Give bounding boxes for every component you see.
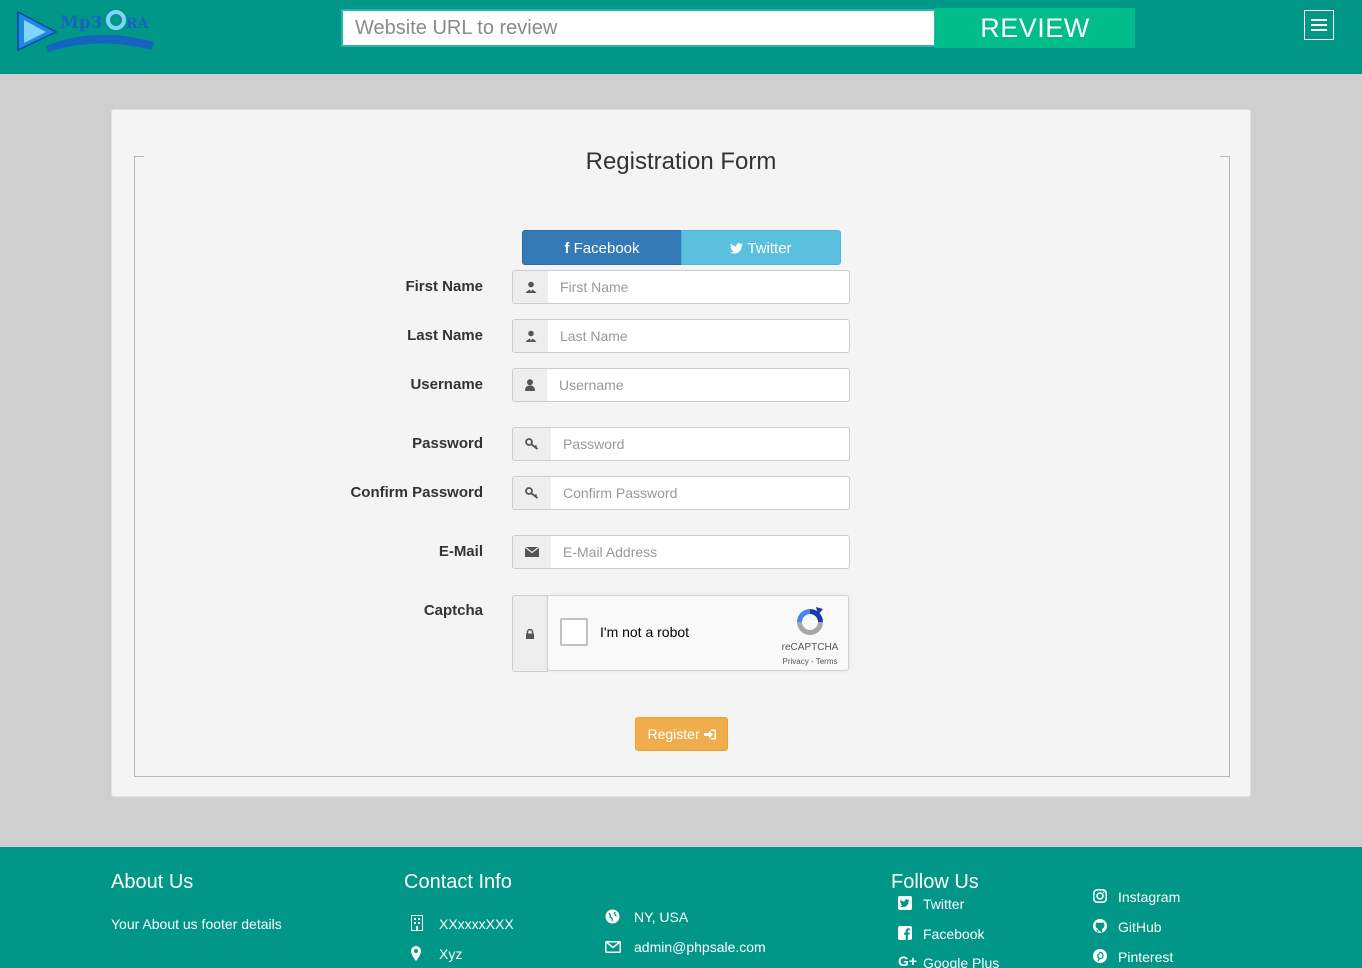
first-name-input[interactable] (548, 270, 850, 304)
follow-instagram-link[interactable]: Instagram (1118, 889, 1180, 905)
about-heading: About Us (111, 871, 194, 893)
google-plus-icon: G+ (898, 953, 918, 968)
follow-github-link[interactable]: GitHub (1118, 919, 1162, 935)
last-name-input[interactable] (548, 319, 850, 353)
about-text: Your About us footer details (111, 916, 282, 932)
twitter-icon (730, 243, 744, 254)
twitter-login-button[interactable]: Twitter (681, 230, 841, 265)
envelope-icon (525, 547, 539, 557)
globe-icon (605, 909, 620, 924)
last-name-addon (512, 319, 549, 353)
email-addon (512, 535, 552, 569)
logo[interactable]: Mp3 RA (16, 6, 156, 56)
contact-location: NY, USA (634, 909, 689, 925)
hamburger-menu-icon[interactable] (1304, 10, 1334, 40)
contact-phone: XXxxxxXXX (439, 916, 514, 932)
follow-pinterest-link[interactable]: Pinterest (1118, 949, 1173, 965)
building-icon (411, 915, 423, 931)
captcha-label: Captcha (423, 602, 483, 619)
top-header: Mp3 RA REVIEW (0, 0, 1362, 74)
confirm-password-label: Confirm Password (350, 484, 483, 501)
svg-text:RA: RA (126, 16, 150, 32)
password-label: Password (412, 435, 483, 452)
email-label: E-Mail (438, 543, 483, 560)
follow-google-plus-link[interactable]: Google Plus (923, 955, 999, 968)
confirm-password-input[interactable] (551, 476, 850, 510)
contact-email[interactable]: admin@phpsale.com (634, 939, 766, 955)
review-button[interactable]: REVIEW (935, 8, 1135, 48)
user-tie-icon (525, 281, 536, 293)
facebook-login-button[interactable]: f Facebook (522, 230, 682, 265)
password-addon (512, 427, 552, 461)
confirm-password-addon (512, 476, 552, 510)
recaptcha-privacy-terms[interactable]: Privacy - Terms (770, 657, 850, 666)
github-icon (1093, 919, 1107, 933)
lock-icon (526, 629, 534, 639)
website-url-input[interactable] (341, 9, 936, 47)
first-name-addon (512, 270, 549, 304)
twitter-square-icon (898, 896, 912, 910)
registration-card: Registration Form f Facebook Twitter Fir… (111, 109, 1251, 797)
follow-heading: Follow Us (891, 871, 979, 893)
map-marker-icon (411, 946, 421, 961)
follow-facebook-link[interactable]: Facebook (923, 926, 984, 942)
recaptcha-text: I'm not a robot (600, 624, 690, 640)
key-icon (525, 487, 539, 499)
form-title: Registration Form (585, 148, 777, 175)
last-name-label: Last Name (407, 327, 483, 344)
facebook-icon: f (564, 240, 570, 257)
instagram-icon (1093, 889, 1107, 903)
first-name-label: First Name (405, 278, 483, 295)
key-icon (525, 438, 539, 450)
svg-text:Mp3: Mp3 (60, 13, 103, 33)
password-input[interactable] (551, 427, 850, 461)
recaptcha-brand: reCAPTCHA (781, 642, 839, 653)
recaptcha-checkbox[interactable] (560, 618, 588, 646)
username-label: Username (410, 376, 483, 393)
email-input[interactable] (551, 535, 850, 569)
recaptcha-widget: I'm not a robot reCAPTCHA Privacy - Term… (547, 595, 849, 671)
user-tie-icon (525, 330, 536, 342)
user-icon (525, 379, 535, 391)
pinterest-icon (1093, 949, 1107, 963)
envelope-outline-icon (605, 941, 621, 953)
facebook-square-icon (898, 926, 912, 940)
recaptcha-icon (797, 607, 823, 635)
sign-in-icon (703, 729, 716, 740)
username-input[interactable] (547, 368, 850, 402)
register-button[interactable]: Register (635, 717, 728, 751)
footer: About Us Your About us footer details Co… (0, 847, 1362, 968)
captcha-addon (512, 595, 548, 672)
contact-heading: Contact Info (404, 871, 512, 893)
username-addon (512, 368, 548, 402)
follow-twitter-link[interactable]: Twitter (923, 896, 964, 912)
contact-address: Xyz (439, 946, 463, 962)
